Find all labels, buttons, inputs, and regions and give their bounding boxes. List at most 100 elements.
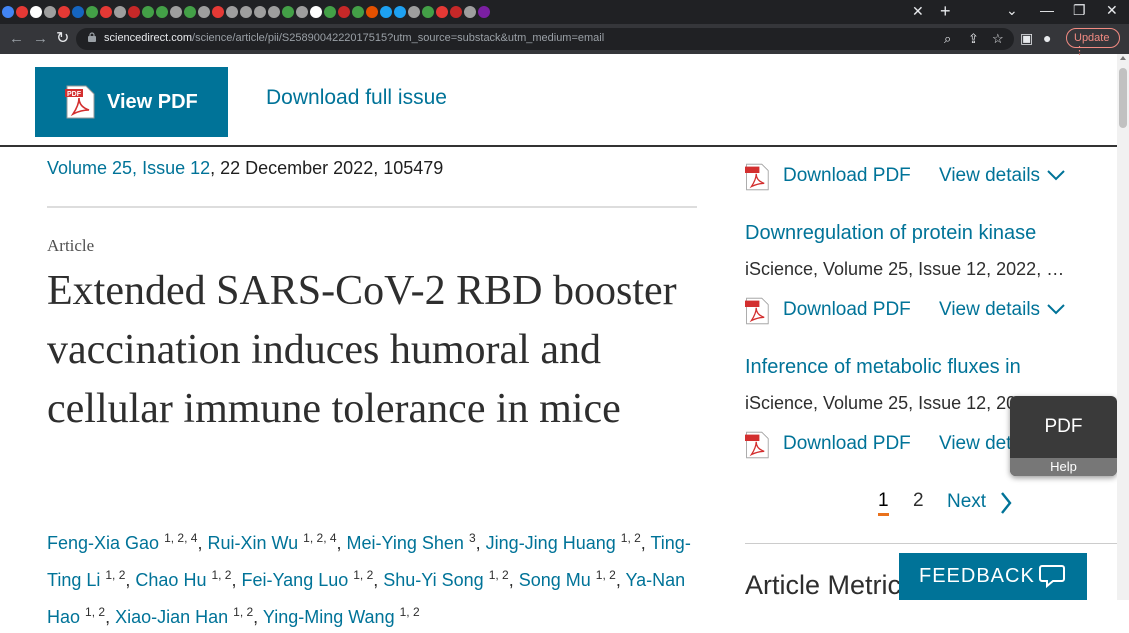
svg-text:PDF: PDF	[67, 91, 82, 98]
download-full-issue-link[interactable]: Download full issue	[266, 86, 447, 110]
pdf-help-widget[interactable]: PDF Help	[1010, 396, 1117, 476]
tab-favicon[interactable]	[436, 6, 448, 18]
tab-favicon[interactable]	[114, 6, 126, 18]
zoom-icon[interactable]: ⌕	[944, 31, 951, 47]
tab-favicon[interactable]	[170, 6, 182, 18]
tab-favicon[interactable]	[212, 6, 224, 18]
tab-favicon[interactable]	[100, 6, 112, 18]
new-tab-icon[interactable]: +	[940, 1, 951, 22]
tab-favicon[interactable]	[30, 6, 42, 18]
tab-favicon[interactable]	[156, 6, 168, 18]
tab-favicon[interactable]	[478, 6, 490, 18]
author-separator: ,	[105, 607, 116, 627]
view-details-link[interactable]: View details	[939, 165, 1040, 187]
download-pdf-link[interactable]: Download PDF	[783, 433, 911, 455]
page-scrollbar[interactable]	[1117, 54, 1129, 600]
tab-favicon[interactable]	[16, 6, 28, 18]
feedback-button[interactable]: FEEDBACK	[899, 553, 1087, 600]
view-details-link[interactable]: View details	[939, 299, 1040, 321]
help-label[interactable]: Help	[1010, 458, 1117, 476]
share-icon[interactable]: ⇪	[968, 31, 979, 47]
tab-favicon[interactable]	[352, 6, 364, 18]
address-bar[interactable]: sciencedirect.com/science/article/pii/S2…	[76, 28, 1014, 50]
related-article-title-1[interactable]: Downregulation of protein kinase	[745, 222, 1075, 245]
author-affiliation[interactable]: 1, 2, 4	[164, 531, 197, 545]
tab-favicon[interactable]	[142, 6, 154, 18]
tab-favicon[interactable]	[310, 6, 322, 18]
author-affiliation[interactable]: 1, 2	[211, 568, 231, 582]
close-tab-icon[interactable]: ✕	[912, 3, 924, 20]
tab-favicon[interactable]	[324, 6, 336, 18]
tab-favicon[interactable]	[422, 6, 434, 18]
tab-search-icon[interactable]: ⌄	[1006, 2, 1018, 19]
author-affiliation[interactable]: 1, 2	[621, 531, 641, 545]
volume-issue-link[interactable]: Volume 25, Issue 12	[47, 158, 210, 178]
tab-favicon[interactable]	[58, 6, 70, 18]
tab-favicon[interactable]	[240, 6, 252, 18]
author-name[interactable]: Rui-Xin Wu	[207, 533, 298, 553]
author-name[interactable]: Chao Hu	[135, 570, 206, 590]
profile-icon[interactable]: ●	[1043, 30, 1051, 46]
view-pdf-button[interactable]: PDF View PDF	[35, 67, 228, 137]
author-name[interactable]: Feng-Xia Gao	[47, 533, 159, 553]
author-affiliation[interactable]: 1, 2	[233, 605, 253, 619]
tab-favicon[interactable]	[72, 6, 84, 18]
tab-favicon[interactable]	[44, 6, 56, 18]
chevron-right-icon[interactable]	[1000, 492, 1012, 514]
bookmark-star-icon[interactable]: ☆	[992, 31, 1004, 47]
author-name[interactable]: Jing-Jing Huang	[486, 533, 616, 553]
author-name[interactable]: Xiao-Jian Han	[115, 607, 228, 627]
close-window-icon[interactable]: ✕	[1106, 2, 1118, 19]
page-1-button[interactable]: 1	[878, 490, 889, 516]
author-affiliation[interactable]: 1, 2	[400, 605, 420, 619]
author-separator: ,	[231, 570, 242, 590]
author-name[interactable]: Shu-Yi Song	[383, 570, 483, 590]
tab-favicon[interactable]	[366, 6, 378, 18]
tab-favicon[interactable]	[2, 6, 14, 18]
author-name[interactable]: Fei-Yang Luo	[242, 570, 349, 590]
tab-favicon[interactable]	[184, 6, 196, 18]
tab-favicon[interactable]	[282, 6, 294, 18]
download-pdf-link[interactable]: Download PDF	[783, 299, 911, 321]
minimize-icon[interactable]: —	[1040, 2, 1054, 18]
side-panel-icon[interactable]: ▣	[1020, 30, 1033, 47]
chevron-down-icon[interactable]	[1047, 170, 1065, 181]
author-name[interactable]: Mei-Ying Shen	[347, 533, 464, 553]
author-affiliation[interactable]: 1, 2	[85, 605, 105, 619]
tab-favicon[interactable]	[226, 6, 238, 18]
author-affiliation[interactable]: 1, 2	[105, 568, 125, 582]
scroll-up-arrow-icon[interactable]	[1120, 56, 1126, 60]
author-affiliation[interactable]: 1, 2	[489, 568, 509, 582]
forward-icon[interactable]: →	[33, 30, 48, 47]
related-article-title-2[interactable]: Inference of metabolic fluxes in	[745, 356, 1075, 379]
back-icon[interactable]: ←	[9, 30, 24, 47]
maximize-icon[interactable]: ❐	[1073, 2, 1086, 19]
author-affiliation[interactable]: 1, 2, 4	[303, 531, 336, 545]
tab-favicon[interactable]	[450, 6, 462, 18]
tab-favicon[interactable]	[268, 6, 280, 18]
publication-info: Volume 25, Issue 12, 22 December 2022, 1…	[47, 158, 443, 179]
reload-icon[interactable]: ↻	[56, 28, 69, 48]
page-2-button[interactable]: 2	[913, 490, 924, 512]
author-affiliation[interactable]: 1, 2	[353, 568, 373, 582]
author-name[interactable]: Ying-Ming Wang	[263, 607, 395, 627]
tab-favicon[interactable]	[254, 6, 266, 18]
tab-favicon[interactable]	[464, 6, 476, 18]
author-name[interactable]: Song Mu	[519, 570, 591, 590]
author-affiliation[interactable]: 3	[469, 531, 476, 545]
tab-favicon[interactable]	[408, 6, 420, 18]
next-page-button[interactable]: Next	[947, 491, 986, 513]
tab-favicon[interactable]	[338, 6, 350, 18]
tab-favicon[interactable]	[86, 6, 98, 18]
tab-favicon[interactable]	[380, 6, 392, 18]
tab-favicon[interactable]	[198, 6, 210, 18]
pdf-widget-label[interactable]: PDF	[1010, 416, 1117, 438]
tab-favicon[interactable]	[128, 6, 140, 18]
update-button[interactable]: Update ⋮	[1066, 28, 1120, 57]
download-pdf-link[interactable]: Download PDF	[783, 165, 911, 187]
tab-favicon[interactable]	[394, 6, 406, 18]
author-affiliation[interactable]: 1, 2	[596, 568, 616, 582]
chevron-down-icon[interactable]	[1047, 304, 1065, 315]
tab-favicon[interactable]	[296, 6, 308, 18]
scroll-thumb[interactable]	[1119, 68, 1127, 128]
